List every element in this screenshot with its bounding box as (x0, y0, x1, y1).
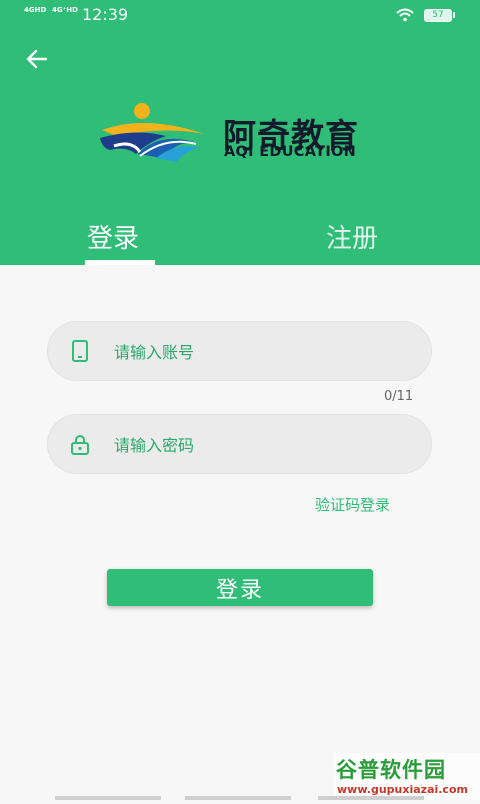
account-input[interactable] (112, 322, 416, 382)
brand-name-en: AQI EDUCATION (224, 144, 357, 160)
bottom-bar-segment (185, 796, 291, 800)
watermark-url: www.gupuxiazai.com (337, 783, 468, 796)
password-input[interactable] (112, 415, 416, 475)
phone-icon (72, 340, 88, 362)
account-field[interactable] (47, 321, 432, 382)
bottom-edge-bars (0, 796, 480, 800)
status-bar: 4GHD 4G⁺HD 12:39 57 (0, 0, 480, 30)
bottom-bar-segment (55, 796, 161, 800)
account-char-counter: 0/11 (384, 389, 414, 404)
watermark-text: 谷普软件园 (336, 758, 446, 782)
back-arrow-icon[interactable] (24, 46, 50, 72)
network-indicator-2: 4G⁺HD (52, 6, 78, 14)
tab-register[interactable]: 注册 (326, 218, 378, 255)
logo-icon (100, 103, 204, 162)
bottom-bar-segment (318, 796, 424, 800)
verification-code-login-link[interactable]: 验证码登录 (315, 494, 390, 515)
tab-login[interactable]: 登录 (87, 218, 139, 255)
header: 阿奇教育 AQI EDUCATION 登录 注册 (0, 30, 480, 265)
lock-icon (71, 435, 89, 455)
battery-icon (453, 12, 455, 18)
login-button[interactable]: 登录 (107, 569, 373, 606)
active-tab-indicator (85, 260, 155, 265)
password-field[interactable] (47, 414, 432, 475)
battery-level: 57 (424, 9, 452, 22)
status-time: 12:39 (82, 5, 129, 24)
wifi-icon (396, 8, 414, 22)
network-indicator-1: 4GHD (24, 6, 47, 14)
